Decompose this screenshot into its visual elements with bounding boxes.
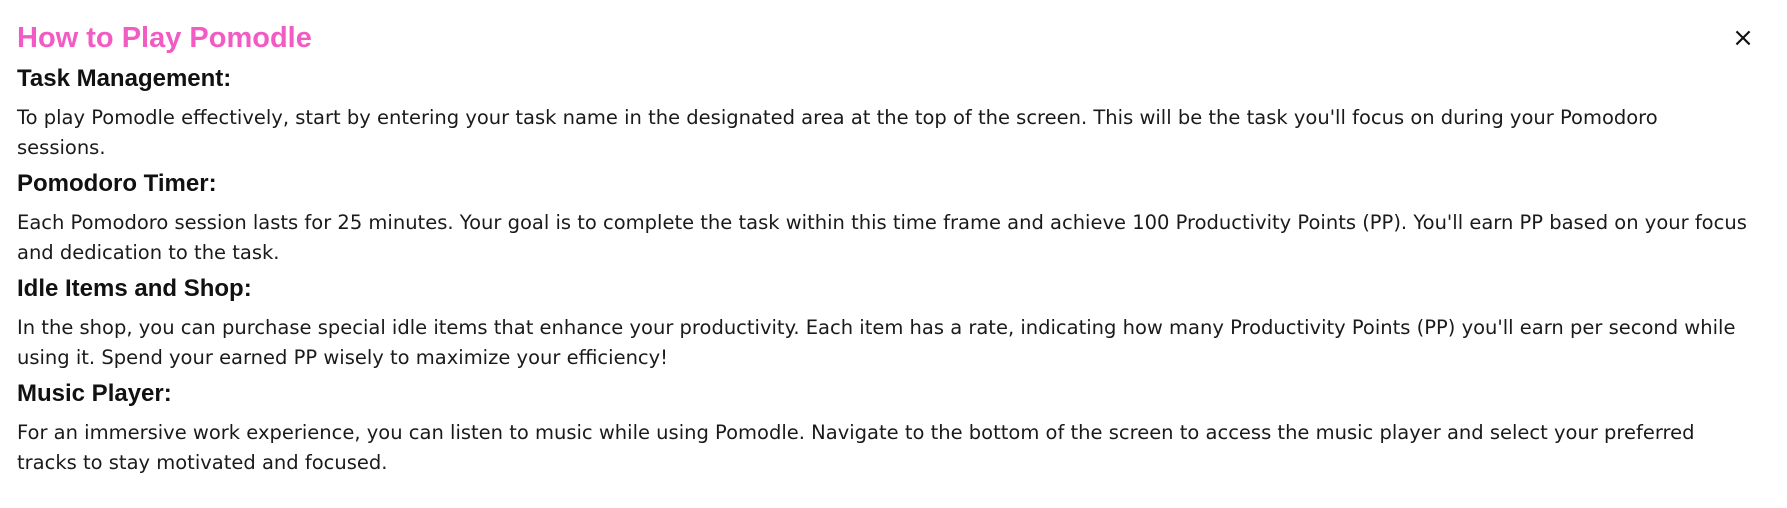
section-heading: Music Player: xyxy=(17,380,172,407)
section-body: Each Pomodoro session lasts for 25 minut… xyxy=(17,211,1747,264)
section-heading: Idle Items and Shop: xyxy=(17,275,252,302)
section-body: To play Pomodle effectively, start by en… xyxy=(17,106,1658,159)
dialog-title: How to Play Pomodle xyxy=(17,22,312,54)
how-to-play-dialog: How to Play Pomodle × Task Management: T… xyxy=(0,0,1787,508)
close-button[interactable]: × xyxy=(1729,24,1757,52)
section-music-player: Music Player: For an immersive work expe… xyxy=(17,379,1747,478)
section-body: In the shop, you can purchase special id… xyxy=(17,316,1736,369)
section-body: For an immersive work experience, you ca… xyxy=(17,421,1695,474)
section-heading: Pomodoro Timer: xyxy=(17,170,217,197)
section-task-management: Task Management: To play Pomodle effecti… xyxy=(17,64,1747,163)
section-idle-items-shop: Idle Items and Shop: In the shop, you ca… xyxy=(17,274,1747,373)
section-heading: Task Management: xyxy=(17,65,232,92)
section-pomodoro-timer: Pomodoro Timer: Each Pomodoro session la… xyxy=(17,169,1747,268)
